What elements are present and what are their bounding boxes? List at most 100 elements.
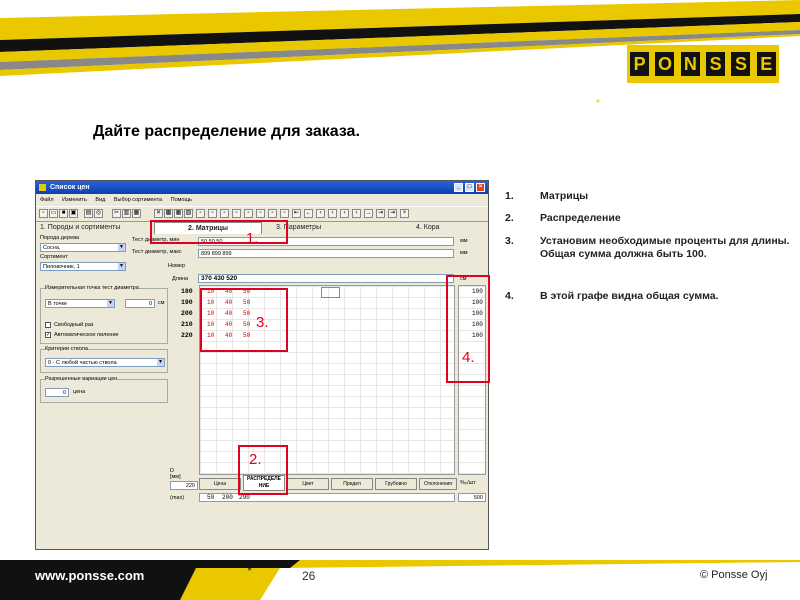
color-button[interactable]: Цвет	[287, 478, 329, 490]
diameter-label: 200	[181, 310, 193, 317]
nav-icon[interactable]: ⇥	[388, 209, 397, 218]
window-titlebar: Список цен _ □ ×	[36, 181, 488, 194]
menu-item[interactable]: Изменить	[62, 197, 87, 203]
save-icon[interactable]: ■	[59, 209, 68, 218]
auto-cut-checkbox[interactable]: ✓	[45, 332, 51, 338]
nav-first-icon[interactable]: ⇤	[292, 209, 301, 218]
footer-url[interactable]: www.ponsse.com	[35, 568, 144, 583]
roughness-button[interactable]: Грубовно	[375, 478, 417, 490]
print-icon[interactable]: ▤	[84, 209, 93, 218]
menu-item[interactable]: Файл	[40, 197, 54, 203]
menu-item[interactable]: Помощь	[171, 197, 192, 203]
deviation-button[interactable]: Отклонения	[419, 478, 457, 490]
nav-right-icon[interactable]: ›	[340, 209, 349, 218]
logo-letter: O	[655, 52, 675, 76]
tools-icon[interactable]: ✕	[154, 209, 163, 218]
variation-group: Разрешенные вариации цен 0 цена	[40, 376, 168, 403]
limit-button[interactable]: Предел	[331, 478, 373, 490]
copy-icon[interactable]: ▣	[69, 209, 78, 218]
page-number: 26	[302, 569, 316, 583]
tool-icon[interactable]: ▫	[196, 209, 205, 218]
star-mark: *	[596, 98, 600, 109]
menu-item[interactable]: Вид	[95, 197, 105, 203]
table-icon[interactable]: ▦	[174, 209, 183, 218]
tool-icon[interactable]: ▫	[268, 209, 277, 218]
menu-item[interactable]: Выбор сортимента	[114, 197, 162, 203]
chevron-down-icon: ▼	[118, 263, 125, 270]
left-panel: Порода дерева Сосна, ▼ Сортимент Пиловочн…	[38, 235, 198, 547]
nav-left-icon[interactable]: ‹	[316, 209, 325, 218]
max-label: (max)	[170, 495, 185, 501]
nav-last-icon[interactable]: ⇥	[376, 209, 385, 218]
app-icon	[39, 184, 46, 191]
nav-right-icon[interactable]: ›	[352, 209, 361, 218]
open-icon[interactable]: ▭	[49, 209, 58, 218]
marker-label: 2.	[249, 451, 262, 468]
measure-input[interactable]: 0	[125, 299, 155, 308]
assortment-select[interactable]: Пиловочник, 1 ▼	[40, 262, 126, 271]
footer-star: *	[247, 563, 253, 578]
tool-icon[interactable]: ▫	[256, 209, 265, 218]
d-mm-label: D [мм]	[170, 468, 181, 480]
test-max-row[interactable]: 899 899 899	[198, 249, 454, 258]
new-icon[interactable]: ▫	[39, 209, 48, 218]
menu-bar: Файл Изменить Вид Выбор сортимента Помощ…	[36, 195, 488, 205]
diameter-label: 210	[181, 321, 193, 328]
close-doc-icon[interactable]: ×	[400, 209, 409, 218]
tool-icon[interactable]: ▫	[220, 209, 229, 218]
copyright: © Ponsse Oyj	[700, 569, 768, 581]
close-icon[interactable]: ×	[476, 183, 485, 192]
grid-cursor-cell[interactable]	[321, 287, 340, 298]
logo-letter: S	[731, 52, 751, 76]
percent-label: %₀/шт	[460, 480, 476, 486]
tab-species[interactable]: 1. Породы и сортименты	[40, 222, 120, 233]
clipboard-icon[interactable]: ▦	[132, 209, 141, 218]
highlight-box-distribution	[238, 445, 288, 495]
logo-letter: N	[680, 52, 700, 76]
preview-icon[interactable]: ◎	[94, 209, 103, 218]
ponsse-logo: P O N S S E	[627, 45, 779, 83]
nav-next-icon[interactable]: →	[364, 209, 373, 218]
free-cut-checkbox[interactable]	[45, 322, 51, 328]
species-label: Порода дерева	[40, 235, 80, 241]
species-select[interactable]: Сосна, ▼	[40, 243, 126, 252]
free-cut-label: Свободный раз	[54, 322, 94, 328]
chart-icon[interactable]: ▩	[164, 209, 173, 218]
diameter-label: 220	[181, 332, 193, 339]
bottom-value: 290	[239, 494, 250, 501]
length-label: Длина	[172, 276, 189, 282]
nav-prev-icon[interactable]: ←	[304, 209, 313, 218]
number-label: Номер	[168, 263, 185, 269]
highlight-box-sums	[446, 275, 490, 383]
minimize-icon[interactable]: _	[454, 183, 463, 192]
price-list-window: Список цен _ □ × Файл Изменить Вид Выбор…	[35, 180, 490, 550]
nav-left-icon[interactable]: ‹	[328, 209, 337, 218]
criteria-group: Критерии ствола 0 - С любой частью ствол…	[40, 346, 168, 373]
paste-icon[interactable]: ▥	[122, 209, 131, 218]
length-row[interactable]: 370 430 520	[198, 274, 454, 283]
variation-input[interactable]: 0	[45, 388, 69, 397]
d-mm-input[interactable]: 220	[170, 481, 198, 490]
tool-icon[interactable]: ▫	[244, 209, 253, 218]
highlight-box-matrices	[150, 220, 288, 244]
tool-icon[interactable]: ▫	[280, 209, 289, 218]
unit-mm: мм	[460, 238, 468, 244]
assortment-label: Сортимент	[40, 254, 68, 260]
cut-icon[interactable]: ✂	[112, 209, 121, 218]
tool-icon[interactable]: ▫	[232, 209, 241, 218]
price-button[interactable]: Цена	[199, 478, 241, 490]
bottom-value: 50	[207, 494, 215, 501]
criteria-select[interactable]: 0 - С любой частью ствола ▼	[45, 358, 165, 367]
tool-icon[interactable]: ▫	[208, 209, 217, 218]
measure-select[interactable]: В точке ▼	[45, 299, 115, 308]
diameter-label: 180	[181, 288, 193, 295]
chevron-down-icon: ▼	[118, 244, 125, 251]
grid-icon[interactable]: ▧	[184, 209, 193, 218]
logo-letter: P	[630, 52, 650, 76]
chevron-down-icon: ▼	[157, 359, 164, 366]
criteria-label: Критерии ствола	[45, 346, 88, 352]
marker-label: 3.	[256, 314, 269, 331]
highlight-box-percentages	[200, 288, 288, 352]
tab-bark[interactable]: 4. Кора	[416, 222, 440, 233]
maximize-icon[interactable]: □	[465, 183, 474, 192]
